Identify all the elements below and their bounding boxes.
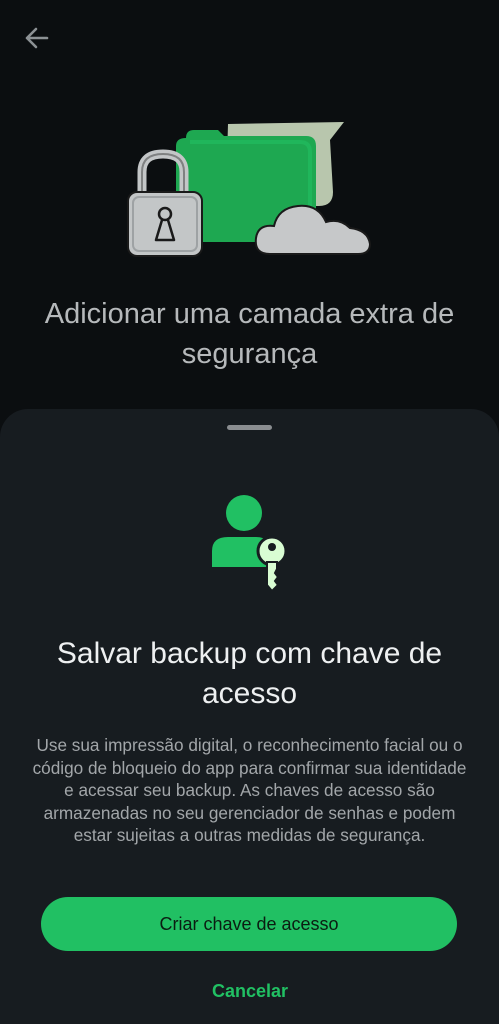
folder-lock-cloud-illustration — [120, 110, 380, 270]
arrow-left-icon — [23, 26, 49, 55]
sheet-title: Salvar backup com chave de acesso — [56, 637, 443, 710]
page-title: Adicionar uma camada extra de segurança — [44, 298, 455, 370]
cancel-button[interactable]: Cancelar — [180, 975, 320, 1007]
back-button[interactable] — [18, 24, 54, 56]
drag-handle[interactable] — [227, 425, 272, 430]
screen: Adicionar uma camada extra de segurança … — [0, 0, 499, 1024]
person-key-icon — [206, 495, 296, 593]
create-passkey-button[interactable]: Criar chave de acesso — [41, 897, 457, 951]
sheet-description: Use sua impressão digital, o reconhecime… — [32, 735, 467, 845]
bottom-sheet: Salvar backup com chave de acesso Use su… — [0, 409, 499, 1024]
